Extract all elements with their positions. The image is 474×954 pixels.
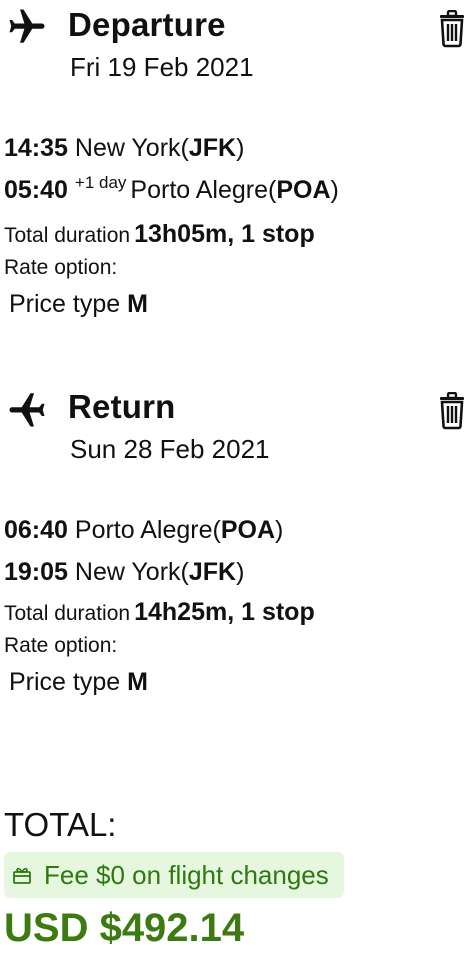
departure-duration: Total duration 13h05m, 1 stop (4, 220, 315, 249)
return-origin-line: 06:40 Porto Alegre(POA) (4, 516, 283, 545)
return-rate-label: Rate option: (4, 634, 118, 657)
departure-section: Departure Fri 19 Feb 2021 14:35 New York… (0, 0, 474, 318)
return-title: Return (68, 388, 176, 425)
departure-origin-code: JFK (188, 134, 237, 162)
price-type-label: Price type (9, 290, 121, 318)
arrival-day-offset: +1 day (74, 173, 127, 192)
return-destination-code: JFK (188, 558, 237, 586)
departure-destination-close: ) (330, 176, 339, 204)
departure-destination-code: POA (276, 176, 331, 204)
return-destination-line: 19:05 New York(JFK) (4, 558, 244, 587)
return-departure-time: 06:40 (4, 516, 68, 544)
return-origin-close: ) (275, 516, 284, 544)
fee-badge: Fee $0 on flight changes (4, 852, 344, 898)
fee-text: Fee $0 on flight changes (44, 859, 329, 890)
departure-destination-city: Porto Alegre( (130, 176, 277, 204)
return-origin-code: POA (220, 516, 276, 544)
price-type-label: Price type (9, 668, 121, 696)
duration-label: Total duration (4, 602, 131, 625)
departure-origin-line: 14:35 New York(JFK) (4, 134, 244, 163)
duration-value: 13h05m, 1 stop (134, 220, 315, 248)
return-price-type: Price type M (9, 668, 148, 697)
departure-price-type: Price type M (9, 290, 148, 319)
arrival-time: 05:40 (4, 176, 68, 204)
duration-label: Total duration (4, 224, 131, 247)
gift-icon (13, 867, 31, 884)
return-destination-city: New York( (74, 558, 189, 586)
price-type-value: M (127, 290, 148, 318)
airplane-return-icon (9, 393, 45, 427)
total-label: TOTAL: (4, 806, 117, 843)
departure-time: 14:35 (4, 134, 68, 162)
departure-origin-close: ) (236, 134, 245, 162)
departure-rate-label: Rate option: (4, 256, 118, 279)
total-price: USD $492.14 (4, 906, 245, 950)
return-origin-city: Porto Alegre( (74, 516, 221, 544)
return-header: Return Sun 28 Feb 2021 (0, 382, 474, 472)
departure-title: Departure (68, 6, 226, 43)
return-section: Return Sun 28 Feb 2021 06:40 Porto Alegr… (0, 382, 474, 696)
return-arrival-time: 19:05 (4, 558, 68, 586)
duration-value: 14h25m, 1 stop (134, 598, 315, 626)
departure-header: Departure Fri 19 Feb 2021 (0, 0, 474, 90)
price-type-value: M (127, 668, 148, 696)
return-date: Sun 28 Feb 2021 (70, 434, 270, 464)
trash-icon[interactable] (436, 10, 468, 48)
return-duration: Total duration 14h25m, 1 stop (4, 598, 315, 627)
departure-date: Fri 19 Feb 2021 (70, 52, 254, 82)
airplane-departure-icon (9, 9, 45, 43)
return-destination-close: ) (236, 558, 245, 586)
departure-destination-line: 05:40 +1 day Porto Alegre(POA) (4, 173, 339, 205)
departure-origin-city: New York( (74, 134, 189, 162)
trash-icon[interactable] (436, 392, 468, 430)
